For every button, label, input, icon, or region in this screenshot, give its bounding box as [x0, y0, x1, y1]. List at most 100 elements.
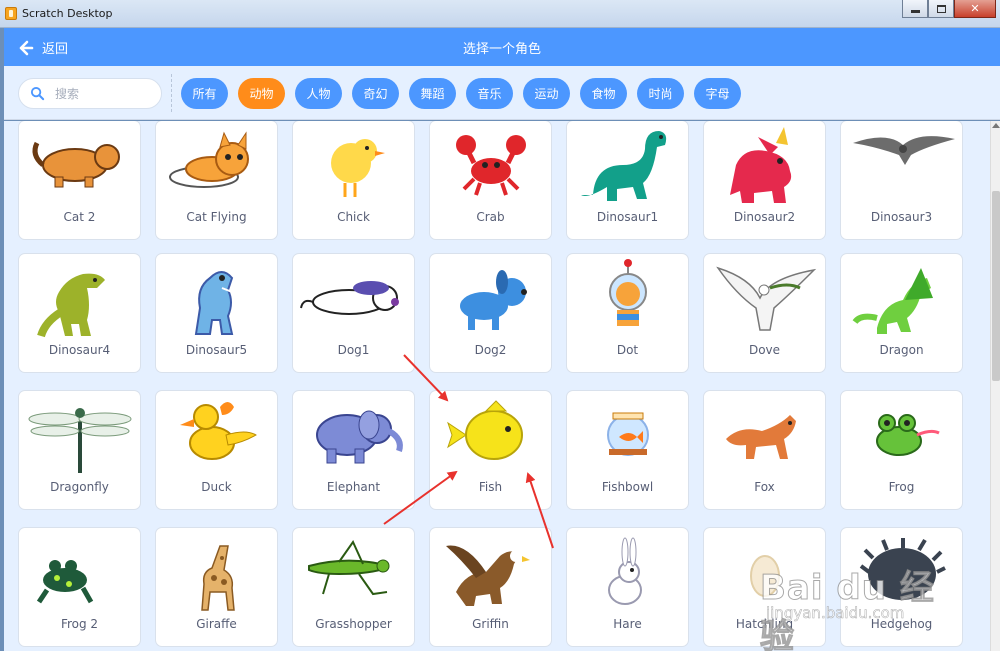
sprite-card[interactable]: Dragonfly [18, 390, 141, 510]
tag-0[interactable]: 所有 [181, 78, 228, 109]
sprite-name: Chick [337, 210, 370, 224]
scratch-app-icon [5, 7, 17, 20]
sprite-card[interactable]: Dog1 [292, 253, 415, 373]
dragonfly-icon [28, 408, 132, 473]
sprite-card[interactable]: Fish [429, 390, 552, 510]
sprite-name: Dinosaur4 [48, 343, 111, 357]
library-header: 返回 选择一个角色 [4, 28, 1000, 66]
grasshopper-icon [308, 539, 390, 596]
minimize-button[interactable] [902, 0, 928, 18]
sprite-card[interactable]: Hare [566, 527, 689, 647]
sprite-card[interactable]: Dragon [840, 253, 963, 373]
chick-icon [331, 139, 385, 197]
tag-1[interactable]: 动物 [238, 78, 285, 109]
watermark-url: jingyan.baidu.com [766, 604, 905, 623]
window-controls: ✕ [902, 0, 996, 20]
sprite-card[interactable]: Dot [566, 253, 689, 373]
sprite-card[interactable]: Giraffe [155, 527, 278, 647]
sprite-name: Elephant [326, 480, 381, 494]
fish-icon [447, 400, 523, 460]
fox-icon [712, 415, 796, 459]
tag-5[interactable]: 音乐 [466, 78, 513, 109]
sprite-name: Fox [754, 480, 775, 494]
sprite-card[interactable]: Chick [292, 121, 415, 240]
scrollbar[interactable] [990, 121, 1000, 651]
tag-2[interactable]: 人物 [295, 78, 342, 109]
sprite-name: Dove [748, 343, 781, 357]
dinosaur2-icon [730, 127, 792, 203]
sprite-card[interactable]: Frog 2 [18, 527, 141, 647]
tag-8[interactable]: 时尚 [637, 78, 684, 109]
sprite-card[interactable]: Crab [429, 121, 552, 240]
sprite-name: Frog 2 [60, 617, 99, 631]
sprite-name: Dinosaur3 [870, 210, 933, 224]
sprite-name: Dog2 [474, 343, 507, 357]
sprite-name: Fish [478, 480, 503, 494]
sprite-card[interactable]: Fishbowl [566, 390, 689, 510]
maximize-button[interactable] [928, 0, 954, 18]
dog1-icon [300, 281, 399, 315]
dot-icon [609, 259, 647, 326]
search-input[interactable] [55, 86, 145, 101]
sprite-name: Cat 2 [63, 210, 96, 224]
sprite-name: Dinosaur5 [185, 343, 248, 357]
frog-2-icon [36, 560, 94, 604]
duck-icon [180, 402, 257, 460]
close-button[interactable]: ✕ [954, 0, 996, 18]
sprite-name: Griffin [472, 617, 509, 631]
search-icon [30, 86, 45, 101]
dove-icon [716, 266, 817, 331]
sprite-name: Dinosaur1 [596, 210, 659, 224]
dog2-icon [460, 270, 527, 330]
sprite-name: Cat Flying [186, 210, 247, 224]
dinosaur5-icon [194, 271, 234, 335]
filter-bar: 所有动物人物奇幻舞蹈音乐运动食物时尚字母 [4, 66, 1000, 120]
griffin-icon [446, 545, 530, 606]
tag-list: 所有 动物 人物 奇幻 舞蹈 音乐 运动 食物 时尚 字母 [181, 78, 751, 109]
sprite-card[interactable]: Dinosaur3 [840, 121, 963, 240]
sprite-name: Dog1 [337, 343, 370, 357]
tag-3[interactable]: 奇幻 [352, 78, 399, 109]
sprite-card[interactable]: Dove [703, 253, 826, 373]
sprite-card[interactable]: Grasshopper [292, 527, 415, 647]
sprite-card[interactable]: Frog [840, 390, 963, 510]
search-box[interactable] [18, 78, 162, 109]
sprite-name: Duck [201, 480, 232, 494]
dinosaur4-icon [37, 273, 105, 338]
sprite-card[interactable]: Elephant [292, 390, 415, 510]
tag-6[interactable]: 运动 [523, 78, 570, 109]
giraffe-icon [201, 545, 235, 611]
sprite-card[interactable]: Cat Flying [155, 121, 278, 240]
tag-9[interactable]: 字母 [694, 78, 741, 109]
sprite-card[interactable]: Dinosaur4 [18, 253, 141, 373]
sprite-card[interactable]: Dog2 [429, 253, 552, 373]
scrollbar-thumb[interactable] [992, 191, 1000, 381]
scroll-up-icon[interactable] [992, 123, 1000, 128]
page-title: 选择一个角色 [462, 42, 541, 57]
hare-icon [608, 537, 642, 605]
sprite-name: Crab [476, 210, 505, 224]
sprite-name: Fishbowl [601, 480, 654, 494]
minimize-icon [910, 10, 920, 13]
sprite-name: Frog [888, 480, 915, 494]
baidu-watermark: Bai du 经验 jingyan.baidu.com [760, 560, 960, 651]
sprite-card[interactable]: Duck [155, 390, 278, 510]
sprite-card[interactable]: Dinosaur1 [566, 121, 689, 240]
tag-7[interactable]: 食物 [580, 78, 627, 109]
sprite-card[interactable]: Dinosaur5 [155, 253, 278, 373]
dragon-icon [852, 268, 933, 334]
sprite-card[interactable]: Cat 2 [18, 121, 141, 240]
dinosaur3-icon [853, 136, 955, 165]
elephant-icon [316, 410, 403, 464]
sprite-card[interactable]: Griffin [429, 527, 552, 647]
sprite-card[interactable]: Fox [703, 390, 826, 510]
sprite-name: Dragonfly [50, 480, 109, 494]
tag-4[interactable]: 舞蹈 [409, 78, 456, 109]
sprite-name: Giraffe [196, 617, 237, 631]
sprite-name: Grasshopper [315, 617, 392, 631]
sprite-name: Dot [616, 343, 639, 357]
crab-icon [456, 135, 526, 196]
window-titlebar: Scratch Desktop ✕ [0, 0, 1000, 28]
cat-2-icon [32, 141, 120, 188]
sprite-card[interactable]: Dinosaur2 [703, 121, 826, 240]
